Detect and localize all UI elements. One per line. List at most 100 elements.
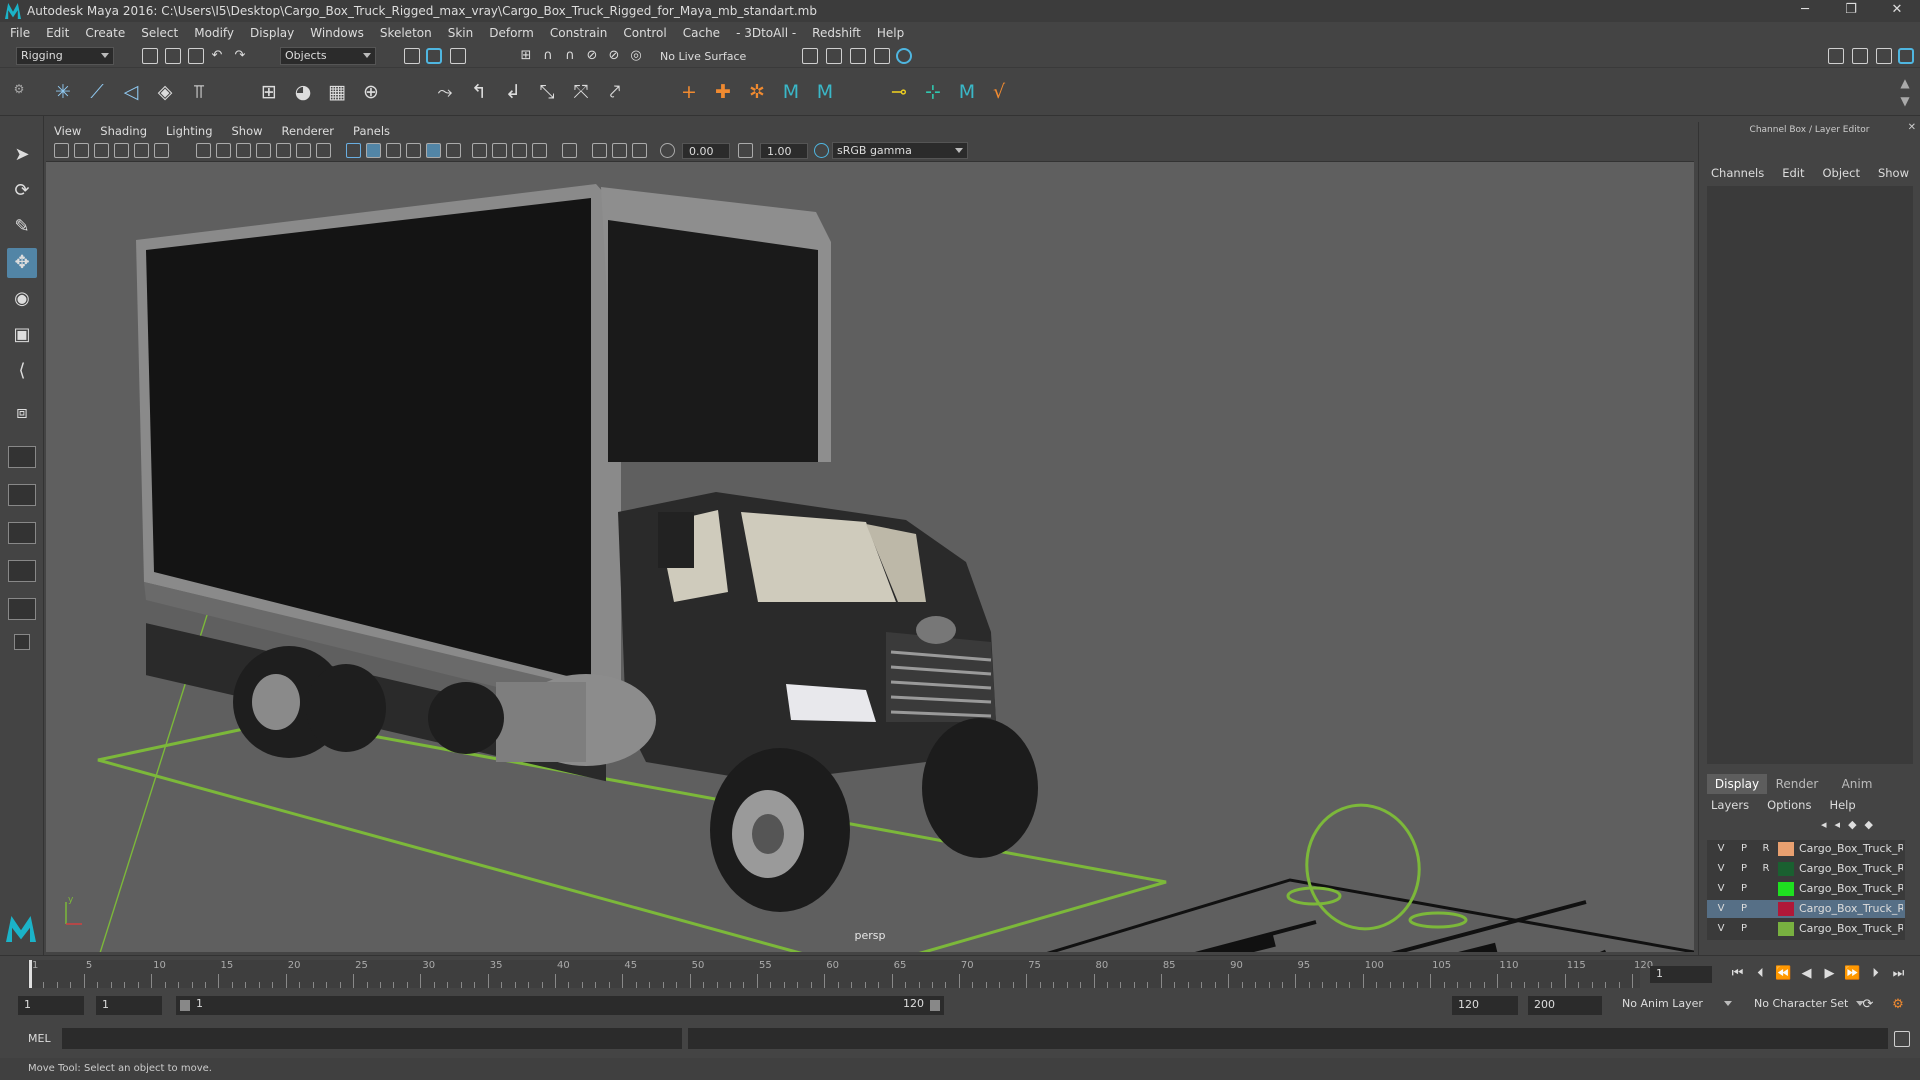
color-management-icon[interactable] <box>814 143 829 158</box>
menu-redshift[interactable]: Redshift <box>812 26 861 40</box>
layout-four-view-icon[interactable] <box>8 446 36 468</box>
ik-handle-icon[interactable]: ⟋ <box>84 79 110 105</box>
time-ruler[interactable]: 1 5 10 15 20 25 30 35 40 45 50 55 60 65 70 75 80 85 90 95 10… <box>28 960 1653 988</box>
layer-playback-toggle[interactable]: P <box>1737 882 1751 896</box>
menu-skin[interactable]: Skin <box>448 26 474 40</box>
close-button[interactable]: ✕ <box>1874 0 1920 22</box>
playhead[interactable] <box>29 960 32 988</box>
layer-playback-toggle[interactable]: P <box>1737 842 1751 856</box>
exposure-icon[interactable] <box>660 143 675 158</box>
film-gate-icon[interactable] <box>216 143 231 158</box>
select-object-icon[interactable] <box>426 48 442 64</box>
snap-curve-icon[interactable]: ∩ <box>540 48 556 64</box>
layer-playback-toggle[interactable]: P <box>1737 922 1751 936</box>
restore-button[interactable]: ❐ <box>1828 0 1874 22</box>
options-menu[interactable]: Options <box>1767 798 1811 812</box>
safe-title-icon[interactable] <box>316 143 331 158</box>
playback-start-field[interactable]: 1 <box>96 996 162 1015</box>
layer-reference-toggle[interactable]: R <box>1759 842 1773 856</box>
menu-windows[interactable]: Windows <box>310 26 364 40</box>
layer-playback-toggle[interactable]: P <box>1737 902 1751 916</box>
shelf-options-icon[interactable]: ⚙ <box>6 76 32 102</box>
layer-row[interactable]: V P Cargo_Box_Truck_Ri <box>1707 880 1905 898</box>
gate-mask-icon[interactable] <box>256 143 271 158</box>
layout-more-icon[interactable] <box>14 634 30 650</box>
lattice-icon[interactable]: ▦ <box>324 79 350 105</box>
locator-constraint-icon[interactable]: ✚ <box>710 79 736 105</box>
view-transform-dropdown[interactable]: sRGB gamma <box>832 142 968 159</box>
workspace-icon[interactable] <box>1828 48 1844 64</box>
layer-visibility-toggle[interactable]: V <box>1714 842 1728 856</box>
panel-menu-show[interactable]: Show <box>232 124 263 138</box>
hypershade-icon[interactable] <box>896 48 912 64</box>
step-back-key-icon[interactable]: ⏪ <box>1772 966 1795 981</box>
channel-box-area[interactable] <box>1707 186 1913 764</box>
channel-box-toggle-icon[interactable] <box>1898 48 1914 64</box>
layer-visibility-toggle[interactable]: V <box>1714 882 1728 896</box>
go-to-end-icon[interactable]: ⏭ <box>1887 966 1910 981</box>
menu-display[interactable]: Display <box>250 26 294 40</box>
layout-hypershade-icon[interactable] <box>8 598 36 620</box>
hik-skeleton-icon[interactable]: M <box>812 79 838 105</box>
make-live-icon[interactable] <box>622 48 642 64</box>
script-editor-icon[interactable] <box>1894 1031 1910 1047</box>
playback-end-field[interactable]: 120 <box>1452 996 1518 1015</box>
last-tool-icon[interactable]: ⟨ <box>7 356 37 386</box>
cluster-icon[interactable]: ⊕ <box>358 79 384 105</box>
tab-anim[interactable]: Anim <box>1827 774 1887 794</box>
maya-home-icon[interactable] <box>6 916 36 942</box>
field-chart-icon[interactable] <box>276 143 291 158</box>
point-constraint-icon[interactable]: ⤳ <box>432 79 458 105</box>
menu-help[interactable]: Help <box>877 26 904 40</box>
channel-object-menu[interactable]: Object <box>1823 166 1860 180</box>
menu-select[interactable]: Select <box>141 26 178 40</box>
menu-cache[interactable]: Cache <box>683 26 720 40</box>
layer-reference-toggle[interactable] <box>1759 902 1773 916</box>
bind-skin-icon[interactable]: ⊞ <box>256 79 282 105</box>
isolate-select-icon[interactable] <box>562 143 577 158</box>
menu-3dtoall[interactable]: - 3DtoAll - <box>736 26 796 40</box>
gamma-field[interactable]: 1.00 <box>760 143 808 159</box>
layer-color-swatch[interactable] <box>1778 902 1794 916</box>
anti-aliasing-icon[interactable] <box>512 143 527 158</box>
new-scene-icon[interactable] <box>142 48 158 64</box>
layer-color-swatch[interactable] <box>1778 842 1794 856</box>
gamma-icon[interactable] <box>738 143 753 158</box>
smooth-shade-icon[interactable] <box>366 143 381 158</box>
range-bar[interactable]: 1 120 <box>176 996 944 1015</box>
panel-menu-panels[interactable]: Panels <box>353 124 390 138</box>
screen-space-ao-icon[interactable] <box>472 143 487 158</box>
redo-icon[interactable]: ↷ <box>232 48 248 64</box>
menu-control[interactable]: Control <box>623 26 666 40</box>
image-plane-icon[interactable] <box>114 143 129 158</box>
panel-menu-view[interactable]: View <box>54 124 81 138</box>
tab-display[interactable]: Display <box>1707 774 1767 794</box>
grease-pencil-icon[interactable] <box>154 143 169 158</box>
menuset-dropdown[interactable]: Rigging <box>16 47 114 65</box>
channel-edit-menu[interactable]: Edit <box>1782 166 1804 180</box>
quick-layout-icon[interactable]: ⧈ <box>7 398 37 428</box>
open-scene-icon[interactable] <box>165 48 181 64</box>
mirror-joint-icon[interactable]: ⫪ <box>186 79 212 105</box>
camera-attributes-icon[interactable] <box>74 143 89 158</box>
animation-start-field[interactable]: 1 <box>18 996 84 1015</box>
layer-color-swatch[interactable] <box>1778 862 1794 876</box>
layer-visibility-toggle[interactable]: V <box>1714 902 1728 916</box>
render-settings-icon[interactable] <box>802 48 818 64</box>
tab-render[interactable]: Render <box>1767 774 1827 794</box>
animation-prefs-icon[interactable]: ⚙ <box>1890 997 1906 1013</box>
minimize-button[interactable]: ─ <box>1782 0 1828 22</box>
paint-weights-icon[interactable]: ◕ <box>290 79 316 105</box>
wrap-deformer-icon[interactable]: ⊹ <box>920 79 946 105</box>
shelf-v-icon[interactable]: √ <box>986 79 1012 105</box>
layer-row[interactable]: V P R Cargo_Box_Truck_Ri <box>1707 840 1905 858</box>
select-hierarchy-icon[interactable] <box>404 48 420 64</box>
layer-visibility-toggle[interactable]: V <box>1714 922 1728 936</box>
select-camera-icon[interactable] <box>54 143 69 158</box>
play-forwards-icon[interactable]: ▶ <box>1818 966 1841 981</box>
viewport-persp[interactable]: y persp <box>46 162 1694 952</box>
ik-spline-icon[interactable]: ◁ <box>118 79 144 105</box>
move-layer-up-icon[interactable]: ◂ <box>1821 818 1827 831</box>
2d-pan-zoom-icon[interactable] <box>134 143 149 158</box>
hik-icon[interactable]: M <box>778 79 804 105</box>
